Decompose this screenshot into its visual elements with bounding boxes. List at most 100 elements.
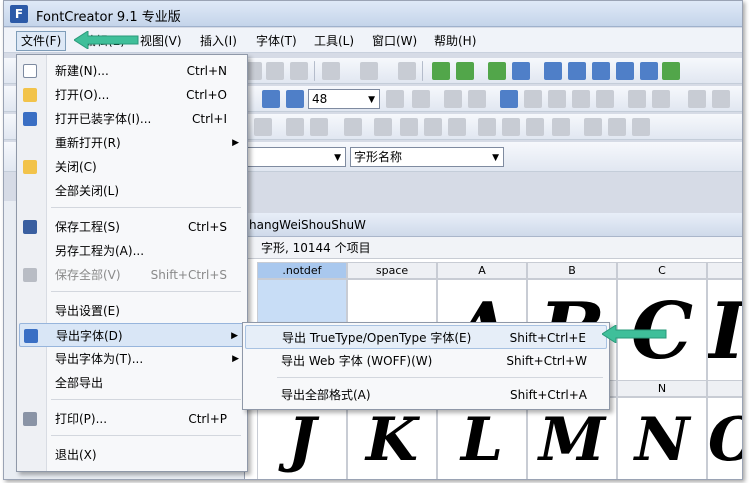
add-glyph-icon[interactable]: [456, 62, 474, 80]
chart-icon[interactable]: [254, 118, 272, 136]
scissors-icon[interactable]: [400, 118, 418, 136]
new-glyph-icon[interactable]: [432, 62, 450, 80]
validate-icon[interactable]: [488, 62, 506, 80]
open-installed-font-icon: [23, 112, 37, 126]
glyph-header[interactable]: [707, 380, 742, 397]
menu-item-new[interactable]: 新建(N)... Ctrl+N: [19, 59, 245, 83]
glyph-count-status: 字形, 10144 个项目: [245, 237, 742, 259]
fit-icon[interactable]: [386, 90, 404, 108]
test-font-icon[interactable]: [512, 62, 530, 80]
glyph-header[interactable]: C: [617, 262, 707, 279]
rectangle-icon[interactable]: [572, 90, 590, 108]
glyph-header[interactable]: N: [617, 380, 707, 397]
eraser-icon[interactable]: [374, 118, 392, 136]
refresh-icon[interactable]: [398, 62, 416, 80]
menu-insert[interactable]: 插入(I): [196, 32, 241, 50]
image-icon[interactable]: [500, 90, 518, 108]
menu-item-export-all[interactable]: 全部导出: [19, 371, 245, 395]
arrow-left-icon[interactable]: [478, 118, 496, 136]
export-font-icon: [24, 329, 38, 343]
menu-item-close-all[interactable]: 全部关闭(L): [19, 179, 245, 203]
menu-font[interactable]: 字体(T): [252, 32, 301, 50]
glyph-cell-n[interactable]: N: [617, 397, 707, 479]
zoom-value: 48: [312, 92, 328, 106]
align-left-icon[interactable]: [628, 90, 646, 108]
submenu-item-export-woff[interactable]: 导出 Web 字体 (WOFF)(W) Shift+Ctrl+W: [245, 349, 607, 373]
new-file-icon: [23, 64, 37, 78]
glyph-cell-o[interactable]: O: [707, 397, 742, 479]
export-font-submenu: 导出 TrueType/OpenType 字体(E) Shift+Ctrl+E …: [242, 322, 610, 410]
menu-item-export-font-as[interactable]: 导出字体为(T)... ▶: [19, 347, 245, 371]
grid-view-icon[interactable]: [688, 90, 706, 108]
glyph-header[interactable]: [707, 262, 742, 279]
menu-item-exit[interactable]: 退出(X): [19, 443, 245, 467]
node-icon[interactable]: [468, 90, 486, 108]
save-icon: [23, 220, 37, 234]
grid-icon[interactable]: [412, 90, 430, 108]
bucket-icon[interactable]: [424, 118, 442, 136]
line-icon[interactable]: [548, 90, 566, 108]
submenu-arrow-icon: ▶: [232, 138, 239, 148]
submenu-item-export-truetype[interactable]: 导出 TrueType/OpenType 字体(E) Shift+Ctrl+E: [245, 325, 607, 349]
callout-arrow-icon: [602, 325, 667, 343]
menu-help[interactable]: 帮助(H): [430, 32, 480, 50]
kerning-icon[interactable]: [568, 62, 586, 80]
glyph-header[interactable]: space: [347, 262, 437, 279]
file-menu-dropdown: 新建(N)... Ctrl+N 打开(O)... Ctrl+O 打开已装字体(I…: [16, 54, 248, 472]
pen-icon[interactable]: [524, 90, 542, 108]
glyph-header[interactable]: A: [437, 262, 527, 279]
ellipse-icon[interactable]: [596, 90, 614, 108]
glyph-set-combo[interactable]: ▼: [242, 147, 346, 167]
menu-item-export-font[interactable]: 导出字体(D) ▶: [19, 323, 245, 347]
zoom-out-icon[interactable]: [286, 90, 304, 108]
smile-icon[interactable]: [448, 118, 466, 136]
preview-icon[interactable]: [616, 62, 634, 80]
center-icon[interactable]: [310, 118, 328, 136]
close-folder-icon: [23, 160, 37, 174]
properties-icon[interactable]: [544, 62, 562, 80]
copy-icon[interactable]: [266, 62, 284, 80]
glyph-name-combo[interactable]: 字形名称 ▼: [350, 147, 504, 167]
table-icon[interactable]: [344, 118, 362, 136]
union-icon[interactable]: [584, 118, 602, 136]
grid-plus-icon[interactable]: [712, 90, 730, 108]
menu-item-open-installed[interactable]: 打开已装字体(I)... Ctrl+I: [19, 107, 245, 131]
skew-icon[interactable]: [526, 118, 544, 136]
menu-item-save-all[interactable]: 保存全部(V) Shift+Ctrl+S: [19, 263, 245, 287]
zoom-in-icon[interactable]: [262, 90, 280, 108]
pointer-icon[interactable]: [444, 90, 462, 108]
menu-separator: [277, 377, 603, 378]
menu-item-close[interactable]: 关闭(C): [19, 155, 245, 179]
undo-icon[interactable]: [322, 62, 340, 80]
menu-item-print[interactable]: 打印(P)... Ctrl+P: [19, 407, 245, 431]
menu-separator: [51, 399, 241, 400]
menu-tools[interactable]: 工具(L): [310, 32, 358, 50]
rotate-icon[interactable]: [552, 118, 570, 136]
submenu-item-export-all-formats[interactable]: 导出全部格式(A) Shift+Ctrl+A: [245, 383, 607, 407]
insert-icon[interactable]: [662, 62, 680, 80]
menu-item-open[interactable]: 打开(O)... Ctrl+O: [19, 83, 245, 107]
redo-icon[interactable]: [360, 62, 378, 80]
callout-arrow-icon: [74, 31, 139, 49]
menu-item-save-project-as[interactable]: 另存工程为(A)...: [19, 239, 245, 263]
align-right-icon[interactable]: [652, 90, 670, 108]
distribute-icon[interactable]: [286, 118, 304, 136]
menu-item-export-settings[interactable]: 导出设置(E): [19, 299, 245, 323]
glyph-header[interactable]: B: [527, 262, 617, 279]
zoom-combo[interactable]: 48 ▼: [308, 89, 380, 109]
intersect-icon[interactable]: [608, 118, 626, 136]
mirror-icon[interactable]: [502, 118, 520, 136]
menu-view[interactable]: 视图(V): [136, 32, 186, 50]
glyph-cell-d[interactable]: I: [707, 279, 742, 383]
check-icon[interactable]: [592, 62, 610, 80]
menu-file[interactable]: 文件(F): [16, 31, 67, 51]
save-all-icon: [23, 268, 37, 282]
print-icon: [23, 412, 37, 426]
menu-window[interactable]: 窗口(W): [368, 32, 421, 50]
map-icon[interactable]: [640, 62, 658, 80]
subtract-icon[interactable]: [632, 118, 650, 136]
menu-item-reopen[interactable]: 重新打开(R) ▶: [19, 131, 245, 155]
menu-item-save-project[interactable]: 保存工程(S) Ctrl+S: [19, 215, 245, 239]
paste-icon[interactable]: [290, 62, 308, 80]
glyph-header[interactable]: .notdef: [257, 262, 347, 279]
